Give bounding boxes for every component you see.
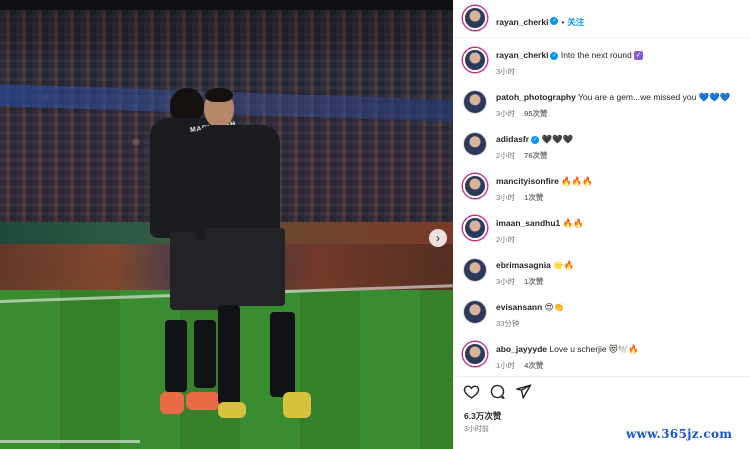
- comment-username[interactable]: imaan_sandhu1: [496, 218, 560, 228]
- comment-likes[interactable]: 95次赞: [524, 109, 547, 118]
- commenter-avatar[interactable]: [463, 342, 487, 366]
- comment-bubble-icon[interactable]: [489, 383, 506, 400]
- heart-icon[interactable]: [463, 383, 480, 400]
- comment-row: adidasfr ✓ 🖤🖤🖤 2小时 76次赞: [453, 128, 750, 164]
- verified-badge-icon: ✓: [550, 51, 559, 60]
- author-avatar[interactable]: [463, 6, 487, 30]
- comment-time: 2小时: [496, 151, 516, 160]
- comment-time: 2小时: [496, 235, 516, 244]
- author-avatar[interactable]: [463, 48, 487, 72]
- comment-text: 🖤🖤🖤: [541, 134, 574, 144]
- commenter-avatar[interactable]: [463, 174, 487, 198]
- comment-time: 3小时: [496, 109, 516, 118]
- follow-button[interactable]: 关注: [567, 17, 584, 27]
- caption-row: rayan_cherki ✓ Into the next round ✓ 3小时: [453, 44, 750, 80]
- commenter-avatar[interactable]: [463, 132, 487, 156]
- comment-text: 😍👏: [544, 302, 565, 312]
- comment-likes[interactable]: 1次赞: [524, 193, 543, 202]
- commenter-avatar[interactable]: [463, 300, 487, 324]
- check-box-emoji-icon: ✓: [634, 51, 644, 61]
- comment-row: ebrimasagnia 🌟🔥 3小时 1次赞: [453, 254, 750, 290]
- commenter-avatar[interactable]: [463, 216, 487, 240]
- comment-text: Love u scherjie 😻🕊️🔥: [549, 344, 639, 354]
- comment-text: 🌟🔥: [553, 260, 575, 270]
- likes-count[interactable]: 6.3万次赞: [464, 410, 501, 422]
- comment-likes[interactable]: 4次赞: [524, 361, 543, 370]
- comment-time: 1小时: [496, 361, 516, 370]
- verified-badge-icon: ✓: [531, 135, 540, 144]
- verified-badge-icon: ✓: [550, 16, 559, 25]
- comment-time: 33分钟: [496, 319, 520, 328]
- comment-time: 3小时: [496, 193, 516, 202]
- comment-text: 🔥🔥: [562, 218, 584, 228]
- comment-username[interactable]: evisansann: [496, 302, 542, 312]
- post-photo: MARMOUSH ›: [0, 0, 453, 449]
- author-username[interactable]: rayan_cherki: [496, 17, 548, 27]
- comment-likes[interactable]: 76次赞: [524, 151, 547, 160]
- comment-username[interactable]: mancityisonfire: [496, 176, 559, 186]
- post-header: rayan_cherki ✓ • 关注: [453, 0, 750, 38]
- comment-text: You are a gem...we missed you 💙💙💙: [578, 92, 731, 102]
- chevron-right-icon: ›: [436, 231, 440, 245]
- comment-time: 3小时: [496, 277, 516, 286]
- commenter-avatar[interactable]: [463, 90, 487, 114]
- comment-row: imaan_sandhu1 🔥🔥 2小时: [453, 212, 750, 248]
- pitch-line-corner: [0, 440, 140, 443]
- next-photo-button[interactable]: ›: [429, 229, 447, 247]
- site-watermark: www.365jz.com: [626, 427, 733, 441]
- post-side-panel: rayan_cherki ✓ • 关注 rayan_cherki ✓ Into the …: [453, 0, 750, 449]
- comment-username[interactable]: ebrimasagnia: [496, 260, 551, 270]
- paper-plane-icon[interactable]: [515, 383, 532, 400]
- comment-row: abo_jayyyde Love u scherjie 😻🕊️🔥 1小时 4次赞: [453, 338, 750, 374]
- caption-time: 3小时: [496, 67, 516, 76]
- caption-text: Into the next round: [560, 50, 632, 60]
- comment-text: 🔥🔥🔥: [561, 176, 593, 186]
- comment-likes[interactable]: 1次赞: [524, 277, 543, 286]
- comment-username[interactable]: patoh_photography: [496, 92, 576, 102]
- comment-username[interactable]: adidasfr: [496, 134, 529, 144]
- comment-row: patoh_photography You are a gem...we mis…: [453, 86, 750, 122]
- comment-row: evisansann 😍👏 33分钟: [453, 296, 750, 332]
- comment-username[interactable]: abo_jayyyde: [496, 344, 547, 354]
- comments-list[interactable]: rayan_cherki ✓ Into the next round ✓ 3小时 …: [453, 38, 750, 376]
- caption-username[interactable]: rayan_cherki: [496, 50, 548, 60]
- post-time: 3小时前: [464, 426, 489, 433]
- commenter-avatar[interactable]: [463, 258, 487, 282]
- separator-dot: •: [561, 18, 565, 27]
- comment-row: mancityisonfire 🔥🔥🔥 3小时 1次赞: [453, 170, 750, 206]
